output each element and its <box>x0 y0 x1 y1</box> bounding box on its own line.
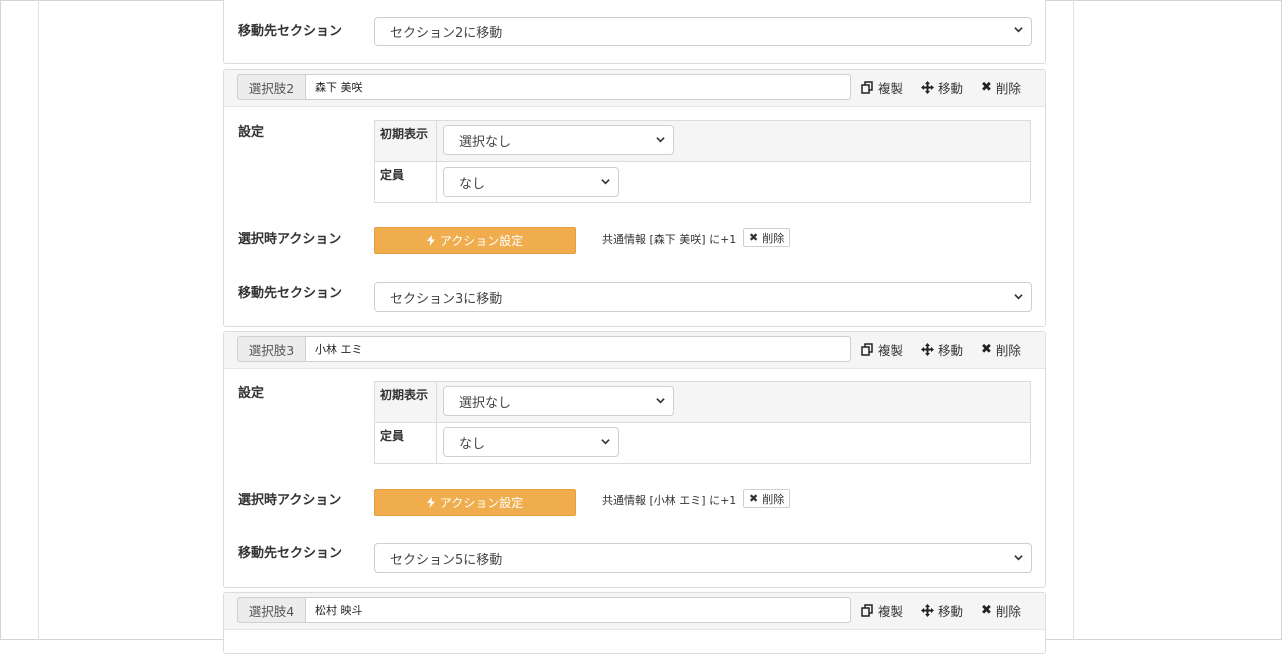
destination-section-label: 移動先セクション <box>238 546 343 561</box>
move-button[interactable]: 移動 <box>921 78 963 97</box>
duplicate-button[interactable]: 複製 <box>861 340 903 359</box>
choice-prefix: 選択肢4 <box>237 597 306 623</box>
destination-section-label: 移動先セクション <box>238 286 343 301</box>
delete-action-button[interactable]: ✖ 削除 <box>743 489 791 508</box>
destination-section-select[interactable]: セクション2に移動 <box>374 17 1032 46</box>
action-settings-button[interactable]: アクション設定 <box>374 227 576 254</box>
initial-display-select[interactable]: 選択なし <box>443 386 674 416</box>
choice-name-group: 選択肢2 森下 美咲 <box>237 74 851 100</box>
delete-button[interactable]: ✖ 削除 <box>981 601 1021 620</box>
chevron-down-icon <box>601 179 610 185</box>
column-divider-left <box>38 0 39 640</box>
capacity-value: なし <box>459 436 486 452</box>
capacity-label: 定員 <box>375 162 437 202</box>
initial-display-select[interactable]: 選択なし <box>443 125 674 155</box>
capacity-value: なし <box>459 176 486 192</box>
action-settings-label: アクション設定 <box>439 496 524 510</box>
chevron-down-icon <box>1014 27 1023 33</box>
duplicate-button[interactable]: 複製 <box>861 78 903 97</box>
copy-icon <box>861 604 873 617</box>
chevron-down-icon <box>656 398 665 404</box>
move-arrows-icon <box>921 81 934 94</box>
duplicate-label: 複製 <box>878 604 904 619</box>
choice-name-group: 選択肢3 小林 エミ <box>237 336 851 362</box>
delete-button[interactable]: ✖ 削除 <box>981 340 1021 359</box>
delete-action-label: 削除 <box>762 231 785 245</box>
delete-action-button[interactable]: ✖ 削除 <box>743 228 791 247</box>
destination-section-label: 移動先セクション <box>238 24 343 39</box>
delete-label: 削除 <box>995 81 1021 96</box>
destination-section-select[interactable]: セクション5に移動 <box>374 543 1032 573</box>
destination-section-value: セクション5に移動 <box>390 552 503 568</box>
move-label: 移動 <box>938 343 964 358</box>
capacity-row: 定員 なし <box>375 422 1030 463</box>
select-action-label: 選択時アクション <box>238 493 342 508</box>
chevron-down-icon <box>1014 555 1023 561</box>
initial-display-row: 初期表示 選択なし <box>375 121 1030 161</box>
copy-icon <box>861 81 873 94</box>
delete-label: 削除 <box>995 604 1021 619</box>
settings-label: 設定 <box>238 125 265 140</box>
choice-panel-previous: 移動先セクション セクション2に移動 <box>223 0 1046 64</box>
move-label: 移動 <box>938 81 964 96</box>
capacity-label: 定員 <box>375 423 437 463</box>
choice-name-input[interactable]: 小林 エミ <box>306 336 851 362</box>
initial-display-value: 選択なし <box>459 395 512 411</box>
choice-panel-2: 選択肢2 森下 美咲 複製 移動 ✖ 削除 設定 初期表示 選択なし 定員 なし… <box>223 69 1046 327</box>
select-action-label: 選択時アクション <box>238 232 342 247</box>
destination-section-value: セクション3に移動 <box>390 291 503 307</box>
choice-name-input[interactable]: 松村 映斗 <box>306 597 851 623</box>
move-label: 移動 <box>938 604 964 619</box>
initial-display-value: 選択なし <box>459 134 512 150</box>
choice-prefix: 選択肢2 <box>237 74 306 100</box>
chevron-down-icon <box>1014 294 1023 300</box>
choice-name-group: 選択肢4 松村 映斗 <box>237 597 851 623</box>
move-arrows-icon <box>921 343 934 356</box>
column-divider-right <box>1073 0 1074 640</box>
move-button[interactable]: 移動 <box>921 340 963 359</box>
duplicate-label: 複製 <box>878 343 904 358</box>
capacity-select[interactable]: なし <box>443 427 619 457</box>
bolt-icon <box>426 497 435 508</box>
settings-table: 初期表示 選択なし 定員 なし <box>374 120 1031 203</box>
bolt-icon <box>426 235 435 246</box>
choice-header: 選択肢3 小林 エミ 複製 移動 ✖ 削除 <box>224 332 1045 369</box>
action-settings-label: アクション設定 <box>439 234 524 248</box>
choice-prefix: 選択肢3 <box>237 336 306 362</box>
destination-section-select[interactable]: セクション3に移動 <box>374 282 1032 312</box>
delete-button[interactable]: ✖ 削除 <box>981 78 1021 97</box>
move-arrows-icon <box>921 604 934 617</box>
choice-name-input[interactable]: 森下 美咲 <box>306 74 851 100</box>
destination-section-value: セクション2に移動 <box>390 26 503 41</box>
close-icon: ✖ <box>981 342 992 357</box>
duplicate-label: 複製 <box>878 81 904 96</box>
choice-panel-3: 選択肢3 小林 エミ 複製 移動 ✖ 削除 設定 初期表示 選択なし 定員 なし… <box>223 331 1046 588</box>
settings-table: 初期表示 選択なし 定員 なし <box>374 381 1031 464</box>
initial-display-label: 初期表示 <box>375 382 437 422</box>
delete-action-label: 削除 <box>762 492 785 506</box>
delete-label: 削除 <box>995 343 1021 358</box>
settings-label: 設定 <box>238 386 265 401</box>
close-icon: ✖ <box>749 231 759 244</box>
move-button[interactable]: 移動 <box>921 601 963 620</box>
initial-display-label: 初期表示 <box>375 121 437 161</box>
close-icon: ✖ <box>749 492 759 505</box>
choice-header: 選択肢4 松村 映斗 複製 移動 ✖ 削除 <box>224 593 1045 630</box>
choice-panel-4: 選択肢4 松村 映斗 複製 移動 ✖ 削除 <box>223 592 1046 654</box>
close-icon: ✖ <box>981 603 992 618</box>
close-icon: ✖ <box>981 80 992 95</box>
initial-display-row: 初期表示 選択なし <box>375 382 1030 422</box>
action-summary-text: 共通情報 [小林 エミ] に+1 <box>602 494 737 507</box>
chevron-down-icon <box>656 137 665 143</box>
duplicate-button[interactable]: 複製 <box>861 601 903 620</box>
action-summary-text: 共通情報 [森下 美咲] に+1 <box>602 233 737 246</box>
capacity-row: 定員 なし <box>375 161 1030 202</box>
capacity-select[interactable]: なし <box>443 167 619 197</box>
choice-header: 選択肢2 森下 美咲 複製 移動 ✖ 削除 <box>224 70 1045 107</box>
chevron-down-icon <box>601 439 610 445</box>
copy-icon <box>861 343 873 356</box>
action-settings-button[interactable]: アクション設定 <box>374 489 576 516</box>
